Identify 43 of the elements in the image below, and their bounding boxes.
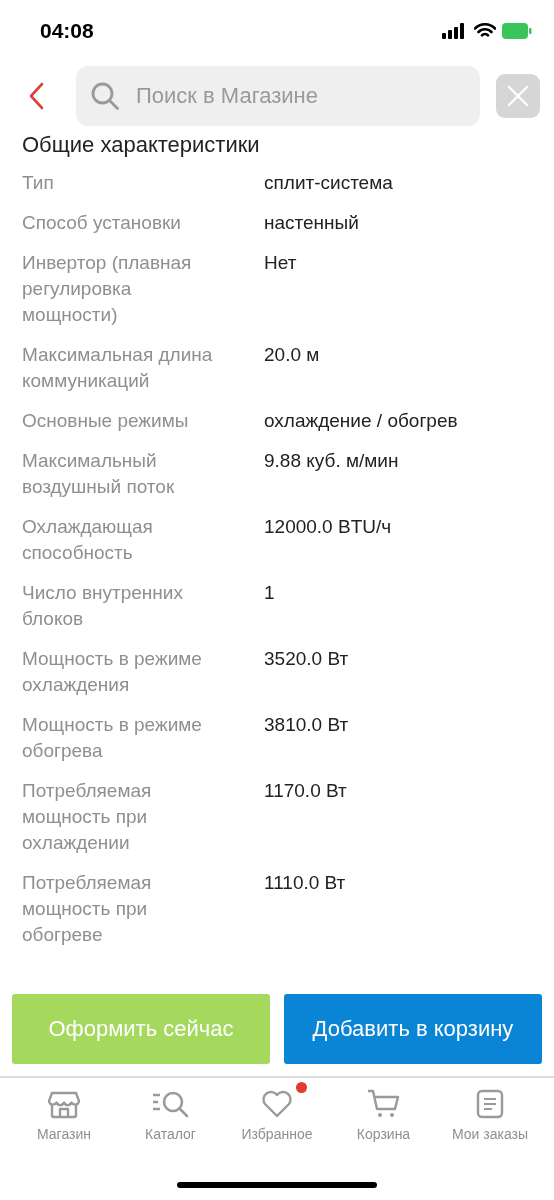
spec-label: Потребляемая мощность при охлаждении xyxy=(22,779,153,855)
wifi-icon xyxy=(474,23,496,39)
spec-label: Мощность в режиме охлаждения xyxy=(22,647,203,697)
search-field[interactable]: Поиск в Магазине xyxy=(76,66,480,126)
catalog-search-icon xyxy=(151,1089,190,1119)
spec-label: Мощность в режиме обогрева xyxy=(22,713,203,763)
spec-value: 1 xyxy=(264,581,276,605)
spec-label: Максимальная длина коммуникаций xyxy=(22,343,214,393)
spec-value: 20.0 м xyxy=(264,343,321,367)
spec-value: 1170.0 Вт xyxy=(264,779,348,803)
cart-icon xyxy=(366,1089,401,1119)
spec-label: Основные режимы xyxy=(22,409,190,433)
search-icon xyxy=(90,81,120,111)
spec-value: охлаждение / обогрев xyxy=(264,409,459,433)
spec-label: Тип xyxy=(22,171,55,195)
back-icon[interactable] xyxy=(28,82,44,110)
document-icon xyxy=(476,1089,504,1119)
battery-icon xyxy=(502,23,532,39)
spec-label: Инвертор (плавная регулировка мощности) xyxy=(22,251,193,327)
nav-item[interactable]: Магазин xyxy=(14,1080,114,1142)
spec-value: 12000.0 BTU/ч xyxy=(264,515,393,539)
nav-item[interactable]: Мои заказы xyxy=(440,1080,540,1142)
nav-item[interactable]: Корзина xyxy=(333,1080,434,1142)
spec-value: настенный xyxy=(264,211,360,235)
status-time: 04:08 xyxy=(40,19,94,43)
spec-value: Нет xyxy=(264,251,298,275)
spec-value: 3810.0 Вт xyxy=(264,713,350,737)
spec-value: 9.88 куб. м/мин xyxy=(264,449,400,473)
spec-label: Число внутренних блоков xyxy=(22,581,184,631)
store-icon xyxy=(48,1089,80,1119)
spec-label: Охлаждающая способность xyxy=(22,515,154,565)
nav-item[interactable]: Каталог xyxy=(120,1080,221,1142)
spec-value: 1110.0 Вт xyxy=(264,871,347,895)
nav-item[interactable]: Избранное xyxy=(227,1080,327,1142)
spec-value: сплит-система xyxy=(264,171,394,195)
spec-label: Потребляемая мощность при обогреве xyxy=(22,871,153,947)
spec-label: Способ установки xyxy=(22,211,182,235)
spec-label: Максимальный воздушный поток xyxy=(22,449,176,499)
section-title: Общие характеристики xyxy=(22,132,261,158)
add-to-cart-button[interactable]: Добавить в корзину xyxy=(284,994,542,1064)
spec-value: 3520.0 Вт xyxy=(264,647,350,671)
close-icon xyxy=(507,85,529,107)
heart-icon xyxy=(261,1090,293,1118)
